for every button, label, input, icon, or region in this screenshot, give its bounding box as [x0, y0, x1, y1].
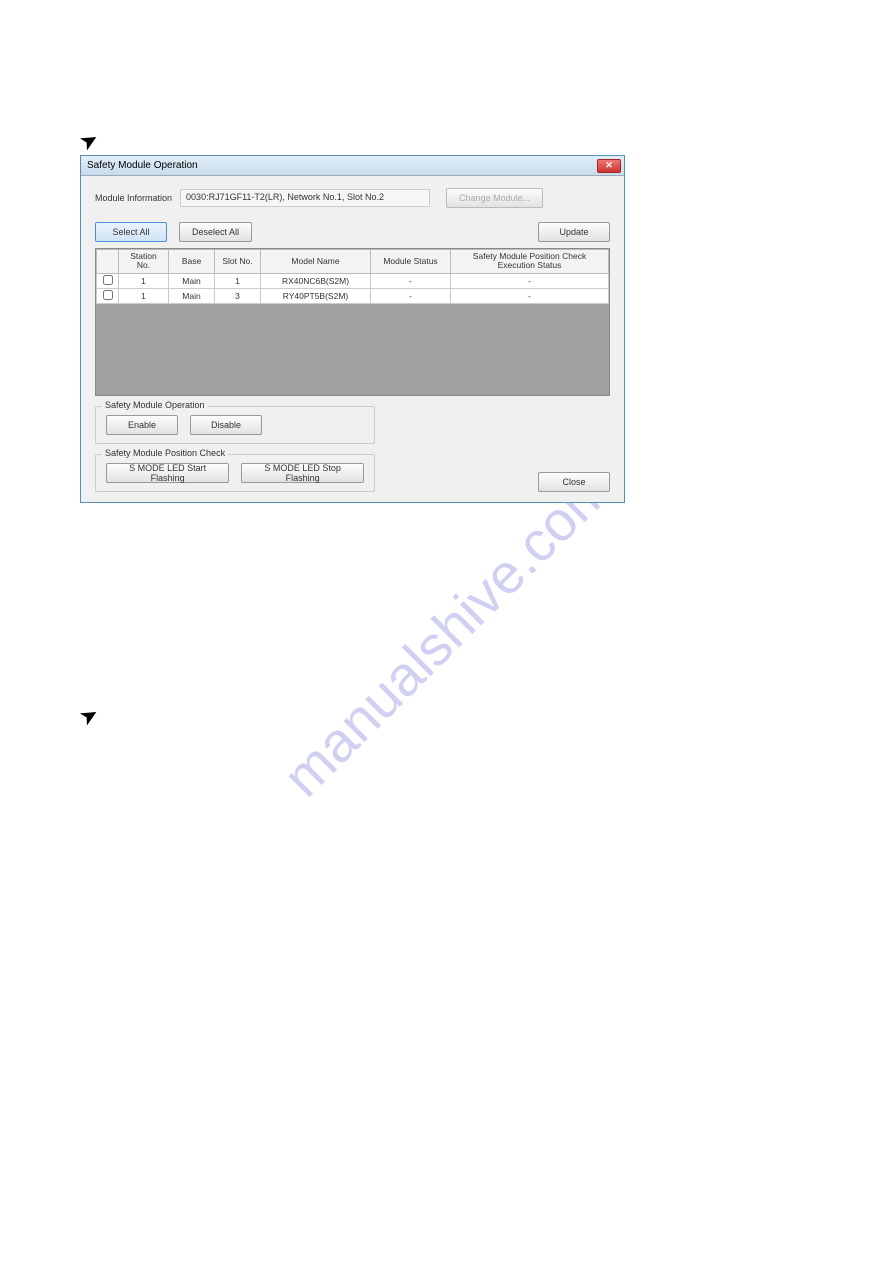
close-button[interactable]: Close [538, 472, 610, 492]
col-checkbox [97, 250, 119, 274]
enable-button[interactable]: Enable [106, 415, 178, 435]
select-all-button[interactable]: Select All [95, 222, 167, 242]
update-button[interactable]: Update [538, 222, 610, 242]
safety-module-position-check-group: Safety Module Position Check S MODE LED … [95, 454, 375, 492]
cell-slot: 1 [215, 273, 261, 288]
cell-base: Main [169, 288, 215, 303]
watermark: manualshive.com [269, 454, 623, 808]
col-slot: Slot No. [215, 250, 261, 274]
cell-slot: 3 [215, 288, 261, 303]
module-table-wrap: Station No. Base Slot No. Model Name Mod… [95, 248, 610, 396]
module-info-row: Module Information 0030:RJ71GF11-T2(LR),… [95, 188, 610, 208]
safety-module-operation-group: Safety Module Operation Enable Disable [95, 406, 375, 444]
cell-status: - [371, 288, 451, 303]
deselect-all-button[interactable]: Deselect All [179, 222, 252, 242]
select-row: Select All Deselect All Update [95, 222, 610, 242]
cell-model: RX40NC6B(S2M) [261, 273, 371, 288]
cell-check: - [451, 273, 609, 288]
mouse-cursor-icon: ➤ [75, 700, 104, 732]
close-icon[interactable]: ✕ [597, 159, 621, 173]
smode-stop-flashing-button[interactable]: S MODE LED Stop Flashing [241, 463, 364, 483]
smode-start-flashing-button[interactable]: S MODE LED Start Flashing [106, 463, 229, 483]
group-label: Safety Module Operation [102, 400, 208, 410]
module-info-field: 0030:RJ71GF11-T2(LR), Network No.1, Slot… [180, 189, 430, 207]
col-status: Module Status [371, 250, 451, 274]
cell-status: - [371, 273, 451, 288]
module-info-label: Module Information [95, 193, 172, 203]
cell-station: 1 [119, 273, 169, 288]
bottom-row: Safety Module Position Check S MODE LED … [95, 448, 610, 492]
col-model: Model Name [261, 250, 371, 274]
row-checkbox[interactable] [103, 290, 113, 300]
col-base: Base [169, 250, 215, 274]
window-title: Safety Module Operation [87, 160, 198, 171]
table-row: 1 Main 3 RY40PT5B(S2M) - - [97, 288, 609, 303]
cell-station: 1 [119, 288, 169, 303]
cell-base: Main [169, 273, 215, 288]
table-row: 1 Main 1 RX40NC6B(S2M) - - [97, 273, 609, 288]
cell-model: RY40PT5B(S2M) [261, 288, 371, 303]
group-label: Safety Module Position Check [102, 448, 228, 458]
titlebar: Safety Module Operation ✕ [81, 156, 624, 176]
col-position-check: Safety Module Position Check Execution S… [451, 250, 609, 274]
col-station: Station No. [119, 250, 169, 274]
mouse-cursor-icon: ➤ [75, 125, 104, 157]
change-module-button[interactable]: Change Module... [446, 188, 543, 208]
disable-button[interactable]: Disable [190, 415, 262, 435]
row-checkbox[interactable] [103, 275, 113, 285]
cell-check: - [451, 288, 609, 303]
window-content: Module Information 0030:RJ71GF11-T2(LR),… [81, 176, 624, 502]
safety-module-operation-window: Safety Module Operation ✕ Module Informa… [80, 155, 625, 503]
module-table: Station No. Base Slot No. Model Name Mod… [96, 249, 609, 304]
